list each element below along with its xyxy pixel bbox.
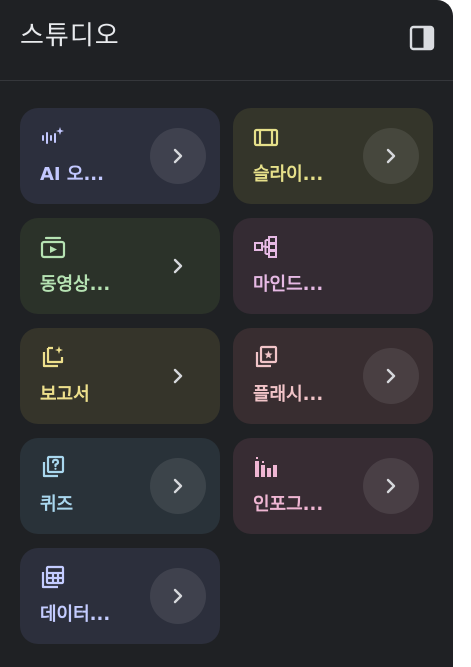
report-sparkle-icon bbox=[42, 346, 64, 368]
card-label: 마인드... bbox=[253, 274, 324, 295]
flashcards-icon bbox=[255, 345, 278, 368]
chevron-right-icon bbox=[386, 478, 396, 494]
mind-map-icon bbox=[254, 236, 277, 258]
studio-panel: 스튜디오 AI 오... 슬라이... 동영상... 마인드... 보고서 플래… bbox=[0, 0, 453, 667]
side-panel-icon bbox=[409, 25, 435, 51]
studio-card-quiz[interactable]: 퀴즈 bbox=[20, 438, 220, 534]
audio-waveform-sparkle-icon bbox=[42, 127, 64, 144]
open-flashcards-button[interactable] bbox=[363, 348, 419, 404]
card-label: 슬라이... bbox=[253, 164, 324, 185]
studio-header: 스튜디오 bbox=[0, 0, 453, 81]
studio-card-slides[interactable]: 슬라이... bbox=[233, 108, 433, 204]
video-overview-icon bbox=[40, 236, 66, 259]
chevron-right-icon bbox=[386, 148, 396, 164]
chevron-right-icon bbox=[173, 588, 183, 604]
open-infographic-button[interactable] bbox=[363, 458, 419, 514]
open-video-overview-button[interactable] bbox=[150, 238, 206, 294]
studio-card-audio-overview[interactable]: AI 오... bbox=[20, 108, 220, 204]
chevron-right-icon bbox=[173, 478, 183, 494]
card-label: AI 오... bbox=[40, 164, 104, 185]
studio-card-mind-map[interactable]: 마인드... bbox=[233, 218, 433, 314]
slides-icon bbox=[253, 128, 279, 147]
studio-card-infographic[interactable]: 인포그... bbox=[233, 438, 433, 534]
panel-title: 스튜디오 bbox=[20, 21, 120, 51]
open-slides-button[interactable] bbox=[363, 128, 419, 184]
chevron-right-icon bbox=[173, 148, 183, 164]
chevron-right-icon bbox=[173, 258, 183, 274]
collapse-panel-button[interactable] bbox=[404, 20, 440, 56]
open-data-table-button[interactable] bbox=[150, 568, 206, 624]
chevron-right-icon bbox=[173, 368, 183, 384]
card-label: 인포그... bbox=[253, 494, 324, 515]
card-label: 데이터... bbox=[40, 604, 111, 625]
open-quiz-button[interactable] bbox=[150, 458, 206, 514]
chevron-right-icon bbox=[386, 368, 396, 384]
card-label: 플래시... bbox=[253, 384, 324, 405]
data-table-icon bbox=[41, 565, 65, 589]
card-label: 보고서 bbox=[40, 384, 90, 405]
card-label: 퀴즈 bbox=[40, 494, 74, 515]
studio-card-flashcards[interactable]: 플래시... bbox=[233, 328, 433, 424]
studio-card-report[interactable]: 보고서 bbox=[20, 328, 220, 424]
open-audio-overview-button[interactable] bbox=[150, 128, 206, 184]
quiz-icon bbox=[42, 455, 65, 478]
open-report-button[interactable] bbox=[150, 348, 206, 404]
infographic-icon bbox=[255, 457, 277, 477]
studio-card-data-table[interactable]: 데이터... bbox=[20, 548, 220, 644]
card-label: 동영상... bbox=[40, 274, 111, 295]
studio-card-video-overview[interactable]: 동영상... bbox=[20, 218, 220, 314]
